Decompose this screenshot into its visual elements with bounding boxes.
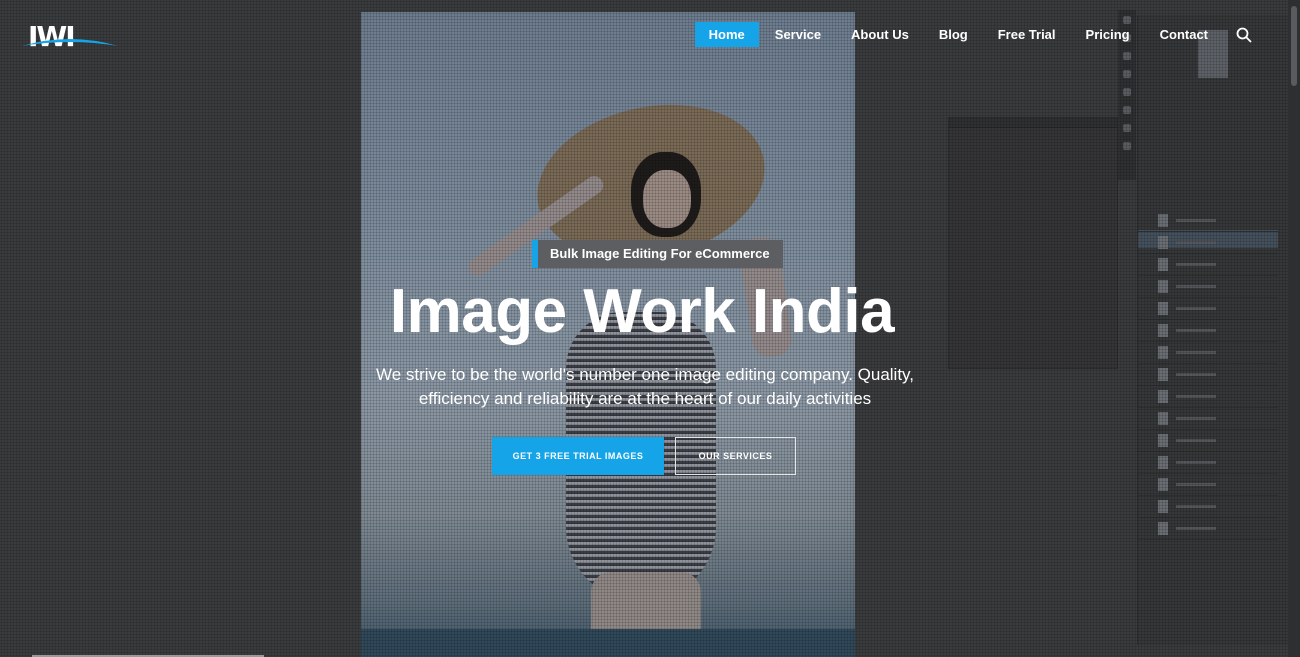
search-icon[interactable] — [1236, 27, 1252, 43]
layer-thumb — [1158, 456, 1168, 469]
free-trial-button[interactable]: GET 3 FREE TRIAL IMAGES — [492, 437, 664, 475]
layer-thumb — [1158, 522, 1168, 535]
layer-name-line — [1176, 483, 1216, 486]
nav-item-service[interactable]: Service — [761, 22, 835, 47]
layer-row — [1138, 474, 1278, 496]
layer-row — [1138, 496, 1278, 518]
nav-item-blog[interactable]: Blog — [925, 22, 982, 47]
photo-sea — [361, 629, 855, 657]
layer-thumb — [1158, 258, 1168, 271]
main-nav: Home Service About Us Blog Free Trial Pr… — [693, 22, 1252, 47]
layer-name-line — [1176, 219, 1216, 222]
layer-row — [1138, 364, 1278, 386]
nav-item-free-trial[interactable]: Free Trial — [984, 22, 1070, 47]
hero-subtitle: We strive to be the world's number one i… — [375, 365, 915, 408]
tool-icon — [1123, 52, 1131, 60]
layer-thumb — [1158, 368, 1168, 381]
layer-name-line — [1176, 417, 1216, 420]
layer-name-line — [1176, 395, 1216, 398]
layer-name-line — [1176, 505, 1216, 508]
layer-list — [1138, 210, 1278, 540]
layer-row — [1138, 452, 1278, 474]
layer-name-line — [1176, 373, 1216, 376]
layer-thumb — [1158, 236, 1168, 249]
layer-row — [1138, 232, 1278, 254]
layer-name-line — [1176, 527, 1216, 530]
logo-swoosh-icon — [22, 39, 118, 46]
layer-name-line — [1176, 461, 1216, 464]
hero-tag: Bulk Image Editing For eCommerce — [532, 240, 783, 268]
layer-thumb — [1158, 412, 1168, 425]
layer-thumb — [1158, 346, 1168, 359]
layer-thumb — [1158, 434, 1168, 447]
layer-name-line — [1176, 241, 1216, 244]
panel-tab-bar — [949, 118, 1117, 128]
layer-row — [1138, 518, 1278, 540]
hero-title: Image Work India — [389, 277, 895, 346]
nav-item-pricing[interactable]: Pricing — [1072, 22, 1144, 47]
tool-icon — [1123, 70, 1131, 78]
tool-icon — [1123, 142, 1131, 150]
layer-thumb — [1158, 500, 1168, 513]
tool-icon — [1123, 106, 1131, 114]
scrollbar-thumb[interactable] — [1291, 6, 1297, 86]
our-services-button[interactable]: OUR SERVICES — [675, 437, 796, 475]
layer-thumb — [1158, 478, 1168, 491]
nav-item-home[interactable]: Home — [694, 22, 759, 47]
layer-thumb — [1158, 214, 1168, 227]
layer-name-line — [1176, 351, 1216, 354]
layer-row — [1138, 408, 1278, 430]
site-logo[interactable]: IWI — [20, 20, 120, 53]
nav-item-about-us[interactable]: About Us — [837, 22, 923, 47]
layer-row — [1138, 430, 1278, 452]
page-scrollbar[interactable] — [1288, 0, 1300, 657]
photo-face — [643, 170, 691, 228]
layer-row — [1138, 210, 1278, 232]
layer-thumb — [1158, 390, 1168, 403]
tool-icon — [1123, 124, 1131, 132]
nav-item-contact[interactable]: Contact — [1146, 22, 1222, 47]
tool-icon — [1123, 88, 1131, 96]
layer-row — [1138, 254, 1278, 276]
layer-row — [1138, 386, 1278, 408]
layer-name-line — [1176, 263, 1216, 266]
layer-name-line — [1176, 439, 1216, 442]
